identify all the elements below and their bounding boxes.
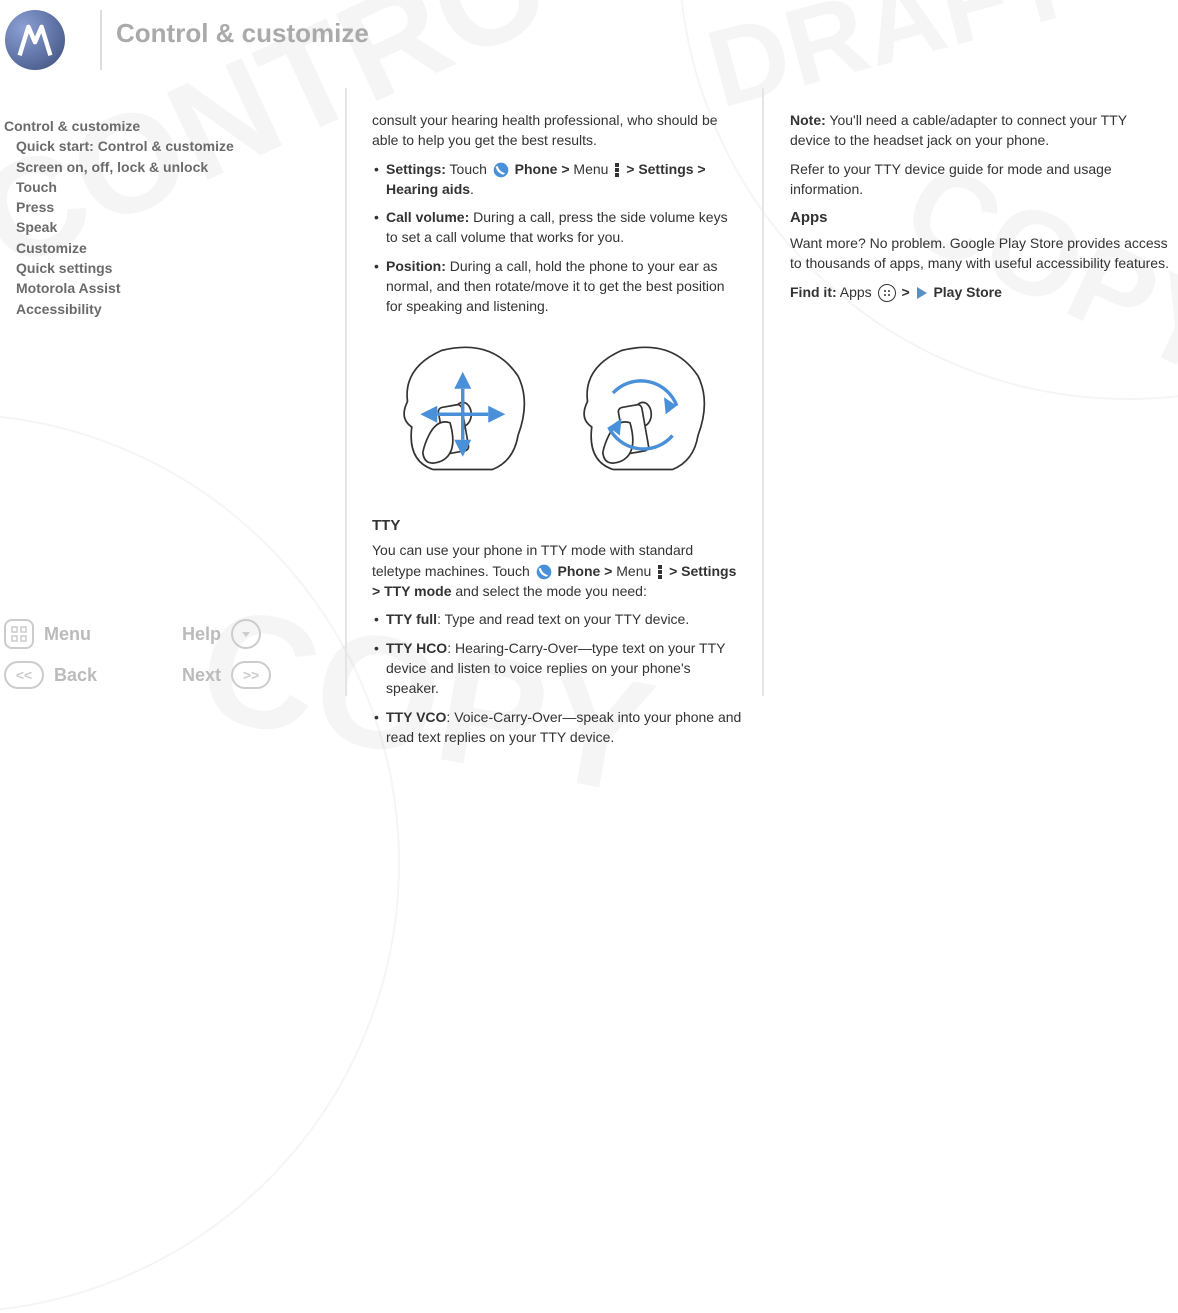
menu-dots-icon [615, 163, 619, 177]
play-store-icon [917, 287, 927, 299]
content-column-2: Note: You'll need a cable/adapter to con… [790, 110, 1170, 310]
apps-icon [878, 284, 896, 302]
help-icon[interactable] [231, 619, 261, 649]
toc-item-accessibility[interactable]: Accessibility [4, 299, 314, 319]
callvolume-label: Call volume: [386, 209, 469, 225]
toc-item-assist[interactable]: Motorola Assist [4, 278, 314, 298]
bottom-nav: Menu Help << Back Next >> [4, 613, 314, 695]
header-divider [100, 10, 102, 70]
help-label[interactable]: Help [182, 624, 221, 645]
callvolume-bullet: Call volume: During a call, press the si… [372, 207, 742, 248]
toc-item-customize[interactable]: Customize [4, 238, 314, 258]
toc-item-touch[interactable]: Touch [4, 177, 314, 197]
content-column-1: consult your hearing health professional… [372, 110, 742, 755]
back-label[interactable]: Back [54, 665, 97, 686]
apps-heading: Apps [790, 207, 1170, 229]
next-icon[interactable]: >> [231, 661, 271, 689]
note-paragraph: Note: You'll need a cable/adapter to con… [790, 110, 1170, 151]
settings-label: Settings: [386, 161, 446, 177]
apps-text: Want more? No problem. Google Play Store… [790, 233, 1170, 274]
phone-icon [493, 162, 509, 178]
settings-bullet: Settings: Touch Phone > Menu > Settings … [372, 159, 742, 200]
toc-item-press[interactable]: Press [4, 197, 314, 217]
intro-text: consult your hearing health professional… [372, 110, 742, 151]
toc-heading[interactable]: Control & customize [4, 116, 314, 136]
menu-label[interactable]: Menu [44, 624, 91, 645]
tty-hco-bullet: TTY HCO: Hearing-Carry-Over—type text on… [372, 638, 742, 699]
menu-icon[interactable] [4, 619, 34, 649]
head-illustration-right [562, 325, 732, 495]
findit-paragraph: Find it: Apps > Play Store [790, 282, 1170, 302]
position-label: Position: [386, 258, 446, 274]
phone-label: Phone [515, 161, 558, 177]
page-title: Control & customize [116, 18, 369, 49]
motorola-m-icon [13, 18, 57, 62]
column-divider-2 [762, 88, 764, 696]
refer-text: Refer to your TTY device guide for mode … [790, 159, 1170, 200]
toc-item-speak[interactable]: Speak [4, 217, 314, 237]
toc-item-screen[interactable]: Screen on, off, lock & unlock [4, 157, 314, 177]
position-bullet: Position: During a call, hold the phone … [372, 256, 742, 317]
back-icon[interactable]: << [4, 661, 44, 689]
menu-dots-icon [658, 565, 662, 579]
motorola-logo [5, 10, 65, 70]
head-illustration-left [382, 325, 552, 495]
tty-intro: You can use your phone in TTY mode with … [372, 540, 742, 601]
tty-heading: TTY [372, 515, 742, 537]
phone-icon [536, 564, 552, 580]
tty-full-bullet: TTY full: Type and read text on your TTY… [372, 609, 742, 629]
phone-position-illustration [372, 325, 742, 505]
toc-item-quickstart[interactable]: Quick start: Control & customize [4, 136, 314, 156]
toc: Control & customize Quick start: Control… [4, 116, 314, 319]
toc-item-quicksettings[interactable]: Quick settings [4, 258, 314, 278]
column-divider-1 [345, 88, 347, 696]
next-label[interactable]: Next [182, 665, 221, 686]
